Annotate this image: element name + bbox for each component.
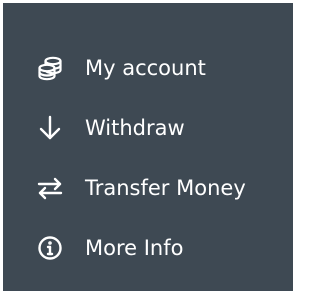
menu-item-my-account[interactable]: My account xyxy=(3,38,293,98)
menu-item-label: My account xyxy=(85,55,206,80)
menu-item-label: More Info xyxy=(85,235,184,260)
menu-item-transfer-money[interactable]: Transfer Money xyxy=(3,158,293,218)
menu-item-withdraw[interactable]: Withdraw xyxy=(3,98,293,158)
arrow-down-icon xyxy=(37,115,63,141)
menu-item-label: Transfer Money xyxy=(85,175,246,200)
menu-list: My account Withdraw Transfer Money More … xyxy=(3,38,293,278)
menu-item-label: Withdraw xyxy=(85,115,185,140)
info-icon xyxy=(37,235,63,261)
menu-item-more-info[interactable]: More Info xyxy=(3,218,293,278)
coins-icon xyxy=(37,55,63,81)
transfer-arrows-icon xyxy=(37,175,63,201)
side-menu: My account Withdraw Transfer Money More … xyxy=(3,3,293,291)
